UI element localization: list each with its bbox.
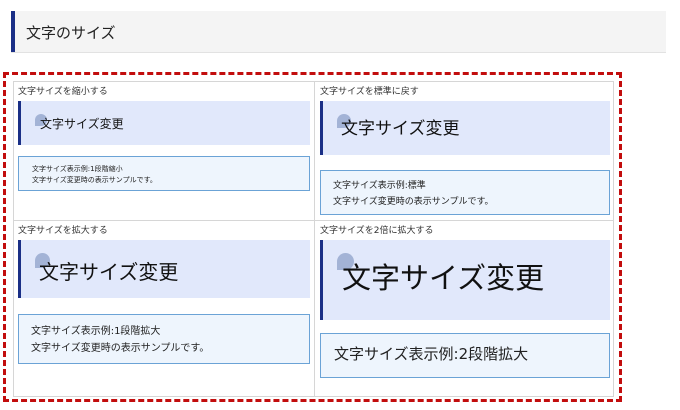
option-label: 文字サイズを2倍に拡大する <box>320 226 434 236</box>
sample-text-box: 文字サイズ表示例:1段階縮小 文字サイズ変更時の表示サンプルです。 <box>18 156 310 191</box>
sample-text-box: 文字サイズ表示例:1段階拡大 文字サイズ変更時の表示サンプルです。 <box>18 314 310 364</box>
sample-heading: 文字サイズ変更 <box>18 240 310 298</box>
sample-text-line: 文字サイズ表示例:1段階縮小 <box>32 165 123 173</box>
sample-heading: 文字サイズ変更 <box>320 240 610 320</box>
sample-heading-text: 文字サイズ変更 <box>341 119 460 139</box>
font-size-options-grid: 文字サイズを縮小する 文字サイズ変更 文字サイズ表示例:1段階縮小 文字サイズ変… <box>13 81 614 397</box>
sample-text-line: 文字サイズ変更時の表示サンプルです。 <box>32 176 157 184</box>
header-accent-bar <box>11 11 15 52</box>
sample-text-line: 文字サイズ表示例:2段階拡大 <box>334 345 529 363</box>
option-shrink[interactable]: 文字サイズを縮小する 文字サイズ変更 文字サイズ表示例:1段階縮小 文字サイズ変… <box>14 82 314 220</box>
section-title: 文字のサイズ <box>26 24 116 42</box>
sample-text-box: 文字サイズ表示例:標準 文字サイズ変更時の表示サンプルです。 <box>320 170 610 215</box>
option-double[interactable]: 文字サイズを2倍に拡大する 文字サイズ変更 文字サイズ表示例:2段階拡大 <box>315 221 615 396</box>
sample-text-box: 文字サイズ表示例:2段階拡大 <box>320 333 610 378</box>
sample-text-line: 文字サイズ表示例:1段階拡大 <box>31 326 161 337</box>
sample-heading-text: 文字サイズ変更 <box>39 260 179 284</box>
sample-text-line: 文字サイズ表示例:標準 <box>333 181 426 191</box>
option-standard[interactable]: 文字サイズを標準に戻す 文字サイズ変更 文字サイズ表示例:標準 文字サイズ変更時… <box>315 82 615 220</box>
option-label: 文字サイズを縮小する <box>18 87 108 97</box>
sample-text-line: 文字サイズ変更時の表示サンプルです。 <box>333 197 494 207</box>
sample-heading-text: 文字サイズ変更 <box>342 261 545 295</box>
sample-text-line: 文字サイズ変更時の表示サンプルです。 <box>31 343 210 354</box>
sample-heading-text: 文字サイズ変更 <box>40 117 124 131</box>
option-enlarge[interactable]: 文字サイズを拡大する 文字サイズ変更 文字サイズ表示例:1段階拡大 文字サイズ変… <box>14 221 314 396</box>
sample-heading: 文字サイズ変更 <box>320 101 610 155</box>
sample-heading: 文字サイズ変更 <box>18 101 310 145</box>
section-header: 文字のサイズ <box>11 11 666 53</box>
option-label: 文字サイズを標準に戻す <box>320 87 419 97</box>
option-label: 文字サイズを拡大する <box>18 226 108 236</box>
